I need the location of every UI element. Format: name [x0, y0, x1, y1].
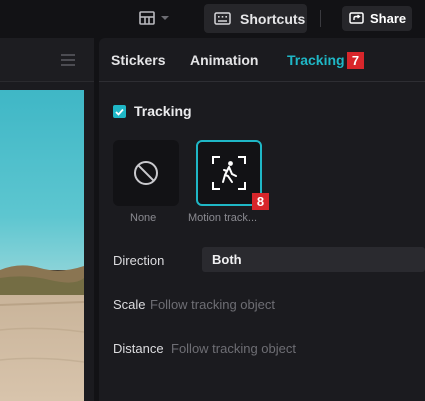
menu-icon[interactable] — [61, 54, 75, 66]
chevron-down-icon — [161, 16, 169, 20]
shortcuts-label: Shortcuts — [240, 10, 306, 27]
tab-stickers[interactable]: Stickers — [111, 52, 165, 68]
tracking-checkbox-label: Tracking — [134, 103, 192, 119]
option-motion-label: Motion track... — [188, 212, 258, 224]
no-symbol-icon — [134, 161, 158, 185]
tab-animation[interactable]: Animation — [190, 52, 258, 68]
direction-value: Both — [212, 252, 242, 267]
scale-value: Follow tracking object — [150, 297, 275, 312]
toolbar-divider — [320, 10, 321, 27]
video-preview[interactable] — [0, 90, 84, 401]
share-label: Share — [370, 11, 407, 26]
annotation-badge: 8 — [252, 193, 269, 210]
player-header — [0, 38, 94, 82]
player-panel — [0, 38, 94, 401]
top-toolbar: Shortcuts Share — [0, 0, 425, 38]
shortcuts-button[interactable]: Shortcuts — [204, 4, 307, 33]
layout-dropdown-button[interactable] — [133, 7, 177, 29]
scale-label: Scale — [113, 297, 146, 312]
distance-value: Follow tracking object — [171, 341, 296, 356]
layout-grid-icon — [139, 11, 155, 25]
direction-label: Direction — [113, 253, 165, 268]
tracking-option-none[interactable] — [113, 140, 179, 206]
tab-tracking[interactable]: Tracking — [287, 52, 345, 68]
beach-scene-image — [0, 90, 84, 401]
share-icon — [349, 12, 364, 24]
motion-tracking-person-icon — [212, 156, 246, 190]
keyboard-icon — [214, 12, 231, 25]
properties-panel: Stickers Animation Tracking 7 Tracking N… — [99, 38, 425, 401]
annotation-badge: 7 — [347, 52, 364, 69]
share-button[interactable]: Share — [342, 6, 412, 31]
tracking-checkbox[interactable] — [113, 105, 126, 118]
option-none-label: None — [130, 212, 157, 224]
direction-select[interactable]: Both — [202, 247, 425, 272]
checkmark-icon — [115, 108, 124, 116]
distance-label: Distance — [113, 341, 164, 356]
property-tabs: Stickers Animation Tracking 7 — [99, 38, 425, 82]
